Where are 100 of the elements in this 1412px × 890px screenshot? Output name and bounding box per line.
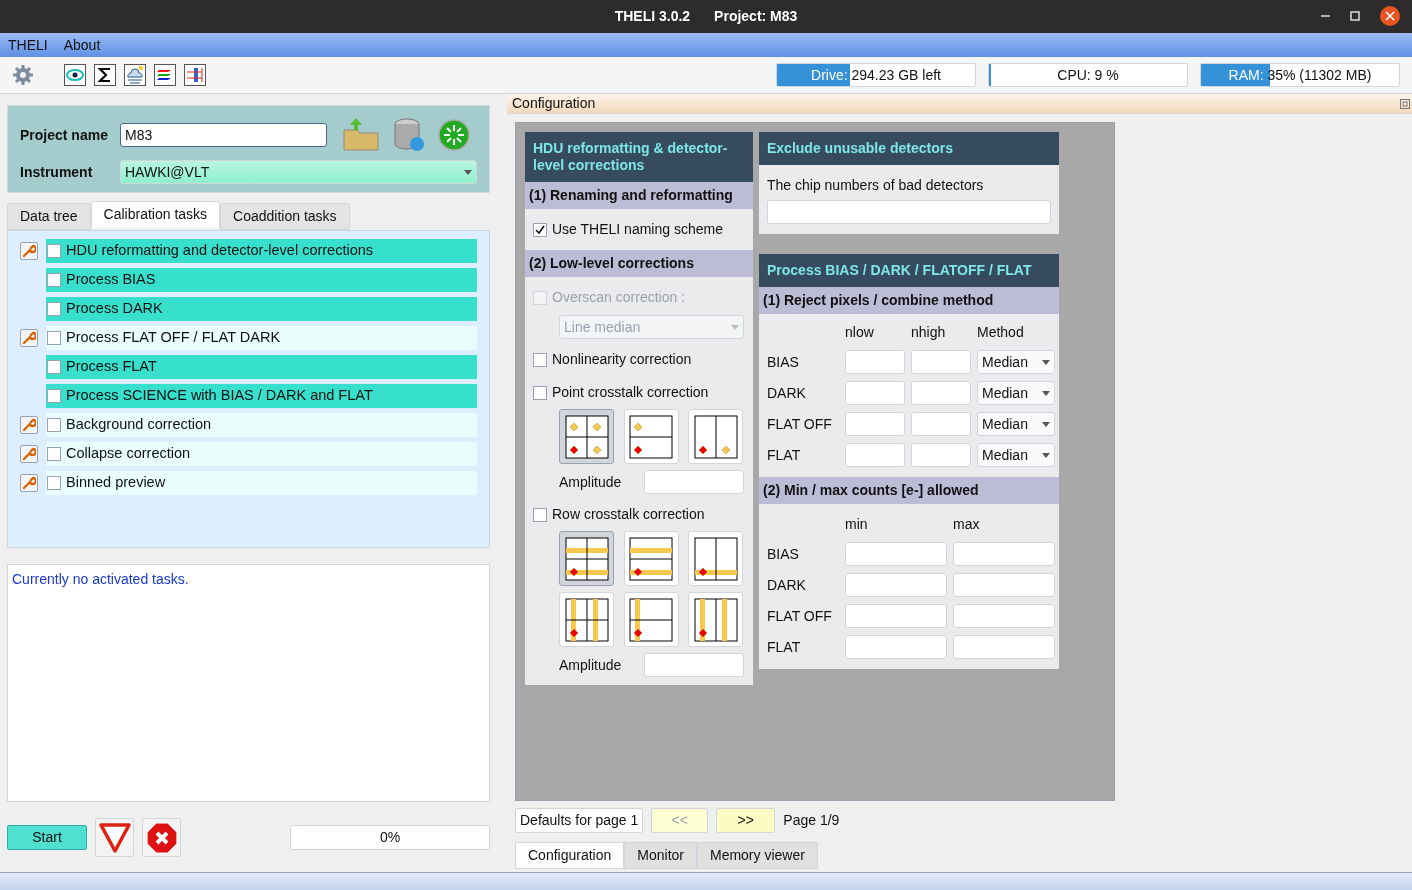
dropdown[interactable]: Median bbox=[977, 350, 1055, 374]
checkbox[interactable] bbox=[47, 389, 61, 403]
minimize-icon bbox=[1321, 15, 1330, 17]
input-field[interactable] bbox=[845, 443, 905, 467]
input-field[interactable] bbox=[845, 604, 947, 628]
checkbox[interactable] bbox=[533, 222, 547, 237]
crosstalk-mode-button[interactable] bbox=[559, 592, 614, 647]
input-field[interactable] bbox=[953, 573, 1055, 597]
caret-icon bbox=[1042, 390, 1050, 396]
checkbox[interactable] bbox=[533, 352, 547, 367]
tab[interactable]: Memory viewer bbox=[696, 842, 818, 869]
task-row[interactable]: Process DARK bbox=[46, 297, 477, 321]
progress-reading: 0% bbox=[379, 828, 401, 847]
crosstalk-mode-button[interactable] bbox=[623, 592, 679, 647]
checkbox[interactable] bbox=[533, 507, 547, 522]
crosstalk-mode-button[interactable] bbox=[559, 531, 614, 586]
menu-item[interactable]: About bbox=[63, 34, 101, 56]
tab[interactable]: Coaddition tasks bbox=[220, 203, 350, 230]
abort-button[interactable] bbox=[142, 818, 181, 857]
wrench-icon[interactable] bbox=[20, 445, 38, 463]
task-label: Background correction bbox=[66, 415, 212, 435]
checkbox[interactable] bbox=[47, 244, 61, 258]
wrench-icon[interactable] bbox=[20, 416, 38, 434]
pause-button[interactable] bbox=[95, 818, 134, 857]
crosstalk-diagram-icon bbox=[627, 412, 676, 461]
section-heading: (2) Low-level corrections bbox=[525, 250, 753, 277]
checkbox[interactable] bbox=[47, 418, 61, 432]
task-row[interactable]: Process SCIENCE with BIAS / DARK and FLAT bbox=[46, 384, 477, 408]
input-field[interactable] bbox=[911, 412, 971, 436]
row-label: BIAS bbox=[767, 544, 800, 564]
panel-title: HDU reformatting & detector-level corrections bbox=[525, 132, 753, 182]
input-field[interactable] bbox=[644, 653, 744, 677]
start-button[interactable]: Start bbox=[7, 825, 87, 850]
task-row[interactable]: Background correction bbox=[46, 413, 477, 437]
checkbox[interactable] bbox=[47, 476, 61, 490]
option-label: Row crosstalk correction bbox=[552, 505, 705, 524]
crosstalk-mode-button[interactable] bbox=[688, 409, 744, 464]
checkbox[interactable] bbox=[47, 302, 61, 316]
tab[interactable]: Data tree bbox=[7, 203, 91, 230]
row-label: FLAT bbox=[767, 445, 802, 465]
instrument-dropdown[interactable]: HAWKI@VLT bbox=[120, 160, 477, 184]
checkbox[interactable] bbox=[533, 385, 547, 400]
task-row[interactable]: Process BIAS bbox=[46, 268, 477, 292]
input-field[interactable] bbox=[845, 573, 947, 597]
panel-title: Process BIAS / DARK / FLATOFF / FLAT bbox=[759, 254, 1059, 287]
wrench-icon[interactable] bbox=[20, 474, 38, 492]
input-field[interactable] bbox=[845, 542, 947, 566]
section-heading: (1) Renaming and reformatting bbox=[525, 182, 753, 209]
project-name-field[interactable]: M83 bbox=[120, 123, 327, 147]
column-header: nlow bbox=[845, 323, 875, 342]
input-field[interactable] bbox=[953, 542, 1055, 566]
task-row[interactable]: Process FLAT OFF / FLAT DARK bbox=[46, 326, 477, 350]
task-row[interactable]: Binned preview bbox=[46, 471, 477, 495]
input-field[interactable] bbox=[845, 381, 905, 405]
menu-item[interactable]: THELI bbox=[8, 34, 48, 56]
tab[interactable]: Monitor bbox=[624, 842, 697, 869]
page-indicator: Page 1/9 bbox=[783, 811, 840, 830]
input-field[interactable] bbox=[644, 470, 744, 494]
input-field[interactable] bbox=[845, 350, 905, 374]
task-label: Collapse correction bbox=[66, 444, 191, 464]
task-label: HDU reformatting and detector-level corrections bbox=[66, 241, 374, 261]
input-field[interactable] bbox=[953, 635, 1055, 659]
checkbox[interactable] bbox=[47, 331, 61, 345]
tab[interactable]: Configuration bbox=[515, 842, 625, 869]
checkbox[interactable] bbox=[47, 360, 61, 374]
dropdown[interactable]: Median bbox=[977, 412, 1055, 436]
input-field[interactable] bbox=[953, 604, 1055, 628]
crosstalk-mode-button[interactable] bbox=[559, 409, 614, 464]
input-field[interactable] bbox=[845, 635, 947, 659]
config-title: Configuration bbox=[512, 94, 596, 113]
checkbox[interactable] bbox=[47, 273, 61, 287]
input-field[interactable] bbox=[911, 350, 971, 374]
log-message: Currently no activated tasks. bbox=[12, 571, 189, 587]
input-field[interactable] bbox=[911, 381, 971, 405]
task-row[interactable]: HDU reformatting and detector-level corrections bbox=[46, 239, 477, 263]
dropdown[interactable]: Median bbox=[977, 381, 1055, 405]
wrench-icon[interactable] bbox=[20, 329, 38, 347]
caret-icon bbox=[1042, 359, 1050, 365]
dropdown[interactable]: Median bbox=[977, 443, 1055, 467]
task-row[interactable]: Collapse correction bbox=[46, 442, 477, 466]
caret-icon bbox=[1042, 452, 1050, 458]
defaults-button[interactable]: Defaults for page 1 bbox=[515, 808, 644, 833]
wrench-icon[interactable] bbox=[20, 242, 38, 260]
input-field[interactable] bbox=[845, 412, 905, 436]
field-label: The chip numbers of bad detectors bbox=[766, 176, 985, 195]
input-field[interactable] bbox=[911, 443, 971, 467]
checkbox[interactable] bbox=[47, 447, 61, 461]
column-header: min bbox=[845, 515, 869, 534]
column-header: Method bbox=[977, 323, 1025, 342]
crosstalk-mode-button[interactable] bbox=[623, 531, 679, 586]
task-row[interactable]: Process FLAT bbox=[46, 355, 477, 379]
crosstalk-mode-button[interactable] bbox=[688, 592, 744, 647]
cloud-icon bbox=[124, 64, 146, 86]
tab[interactable]: Calibration tasks bbox=[90, 201, 221, 228]
task-label: Binned preview bbox=[66, 473, 166, 493]
input-field[interactable] bbox=[767, 200, 1051, 224]
next-page-button[interactable]: >> bbox=[716, 808, 776, 833]
meter-label: CPU: 9 % bbox=[1057, 65, 1119, 85]
crosstalk-mode-button[interactable] bbox=[623, 409, 679, 464]
crosstalk-mode-button[interactable] bbox=[688, 531, 744, 586]
